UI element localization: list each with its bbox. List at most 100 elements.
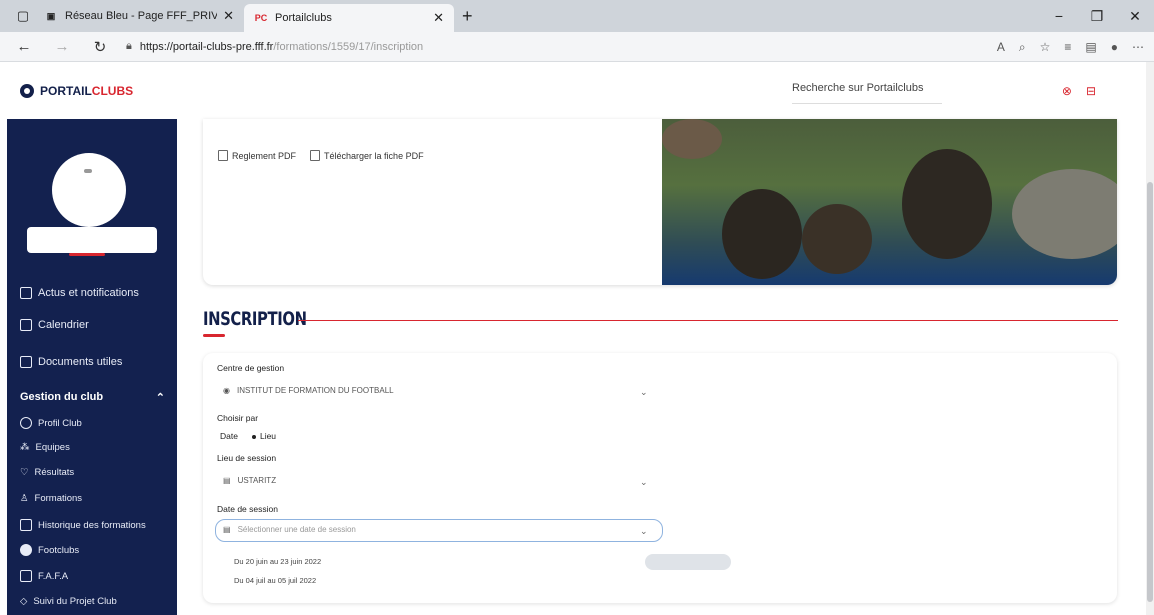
submit-button-disabled[interactable]	[645, 554, 731, 570]
formation-photo	[662, 119, 1117, 285]
close-tab-icon[interactable]: ✕	[433, 10, 444, 26]
url-field[interactable]: 🔒︎ https://portail-clubs-pre.fff.fr/form…	[126, 40, 423, 53]
url-host: https://portail-clubs-pre.fff.fr	[139, 40, 274, 53]
photo-person	[1012, 169, 1117, 259]
date-option[interactable]: Du 04 juil au 05 juil 2022	[234, 576, 316, 585]
page-scrollbar[interactable]	[1146, 62, 1154, 615]
pdf-icon	[218, 150, 228, 161]
window-controls: − ❐ ✕	[1040, 0, 1154, 32]
bell-icon	[20, 287, 32, 299]
sidebar-toggle-icon[interactable]: ▢	[12, 5, 34, 27]
more-icon[interactable]: ⋯	[1132, 40, 1144, 54]
favorite-icon[interactable]: ☆	[1040, 40, 1051, 54]
sidebar-item-label: Calendrier	[38, 319, 89, 331]
avatar-mark	[84, 169, 92, 173]
chevron-down-icon[interactable]: ⌄	[640, 387, 648, 398]
building-icon: ▤	[223, 476, 231, 485]
collections-icon[interactable]: ▤	[1085, 40, 1096, 54]
read-aloud-icon[interactable]: A	[997, 40, 1005, 54]
section-divider	[298, 320, 1118, 321]
document-icon	[20, 356, 32, 368]
radio-date[interactable]: Date	[220, 431, 238, 441]
avatar[interactable]	[52, 153, 126, 227]
sidebar: Actus et notifications Calendrier Docume…	[7, 119, 177, 615]
club-icon	[20, 417, 32, 429]
browser-tab-reseau-bleu[interactable]: ▣ Réseau Bleu - Page FFF_PRIVATE ✕	[34, 0, 244, 32]
sidebar-item-label: Profil Club	[38, 417, 82, 429]
close-window-icon[interactable]: ✕	[1116, 0, 1154, 32]
sidebar-item-documents[interactable]: Documents utiles	[20, 356, 122, 368]
close-tab-icon[interactable]: ✕	[223, 8, 234, 24]
scrollbar-thumb[interactable]	[1147, 182, 1153, 602]
grid-icon	[20, 570, 32, 582]
section-title: INSCRIPTION	[203, 308, 307, 330]
sidebar-section-title: Gestion du club	[20, 391, 104, 403]
radio-lieu[interactable]: Lieu	[251, 431, 277, 441]
url-path: /formations/1559/17/inscription	[273, 40, 424, 53]
header-icons: ⊗ ⊟	[1062, 84, 1096, 98]
choisir-label: Choisir par	[217, 413, 259, 423]
restore-icon[interactable]: ❐	[1078, 0, 1116, 32]
logo-mark-icon	[20, 84, 34, 98]
club-name-underline	[69, 253, 105, 256]
link-label: Télécharger la fiche PDF	[324, 150, 424, 161]
profile-icon[interactable]: ●	[1111, 40, 1118, 54]
sidebar-item-label: Suivi du Projet Club	[33, 596, 117, 607]
zoom-icon[interactable]: ⌕	[1019, 40, 1026, 55]
team-icon: ⁂	[20, 442, 30, 453]
sidebar-item-resultats[interactable]: ♡ Résultats	[20, 467, 74, 478]
date-label: Date de session	[217, 504, 278, 514]
calendar-icon	[20, 319, 32, 331]
app-header: PORTAIL CLUBS Recherche sur Portailclubs …	[0, 62, 1154, 119]
centre-select[interactable]: ◉ INSTITUT DE FORMATION DU FOOTBALL	[223, 386, 394, 395]
favorites-list-icon[interactable]: ≡	[1064, 40, 1071, 54]
sidebar-item-label: Documents utiles	[38, 356, 123, 368]
chevron-down-icon[interactable]: ⌄	[640, 526, 648, 537]
pdf-links: Reglement PDF Télécharger la fiche PDF	[218, 150, 424, 161]
radio-label: Lieu	[259, 431, 277, 441]
search-input[interactable]: Recherche sur Portailclubs	[792, 82, 942, 104]
lock-icon: 🔒︎	[126, 40, 132, 52]
back-icon[interactable]: ←	[10, 33, 38, 61]
portailclubs-logo[interactable]: PORTAIL CLUBS	[20, 84, 133, 98]
chevron-down-icon[interactable]: ⌄	[640, 477, 648, 488]
address-bar-icons: A ⌕ ☆ ≡ ▤ ● ⋯	[997, 32, 1144, 62]
sidebar-item-historique[interactable]: Historique des formations	[20, 519, 146, 531]
photo-hand	[662, 119, 722, 159]
logout-icon[interactable]: ⊟	[1086, 84, 1096, 98]
photo-person	[722, 189, 802, 279]
lieu-value: USTARITZ	[237, 476, 277, 485]
minimize-icon[interactable]: −	[1040, 0, 1078, 32]
date-option[interactable]: Du 20 juin au 23 juin 2022	[234, 557, 321, 566]
new-tab-button[interactable]: +	[462, 6, 473, 27]
address-bar: ← → ↻ 🔒︎ https://portail-clubs-pre.fff.f…	[0, 32, 1154, 62]
reglement-pdf-link[interactable]: Reglement PDF	[218, 150, 296, 161]
sidebar-item-label: Actus et notifications	[38, 287, 139, 299]
help-icon[interactable]: ⊗	[1062, 84, 1072, 98]
browser-tab-portailclubs[interactable]: PC Portailclubs ✕	[244, 4, 454, 32]
lieu-select[interactable]: ▤ USTARITZ	[223, 476, 276, 485]
date-select-content[interactable]: ▤ Sélectionner une date de session	[223, 525, 356, 534]
tab-favicon-icon: PC	[254, 13, 268, 23]
sidebar-item-calendrier[interactable]: Calendrier	[20, 319, 89, 331]
radio-selected-dot	[251, 435, 256, 439]
trophy-icon: ♡	[20, 467, 29, 478]
browser-tab-bar: ▢ ▣ Réseau Bleu - Page FFF_PRIVATE ✕ PC …	[0, 0, 1154, 32]
sidebar-item-formations[interactable]: ♙ Formations	[20, 493, 82, 504]
sidebar-item-footclubs[interactable]: Footclubs	[20, 544, 79, 556]
sidebar-item-label: Historique des formations	[38, 519, 146, 531]
telecharger-fiche-link[interactable]: Télécharger la fiche PDF	[310, 150, 424, 161]
ball-icon	[20, 544, 32, 556]
tab-favicon-icon: ▣	[46, 10, 56, 21]
sidebar-item-actus[interactable]: Actus et notifications	[20, 287, 139, 299]
sidebar-item-label: Formations	[34, 493, 83, 504]
sidebar-item-equipes[interactable]: ⁂ Equipes	[20, 442, 70, 453]
forward-icon[interactable]: →	[48, 33, 76, 61]
sidebar-item-fafa[interactable]: F.A.F.A	[20, 570, 68, 582]
target-icon: ◇	[20, 596, 28, 607]
sidebar-item-suivi-projet[interactable]: ◇ Suivi du Projet Club	[20, 596, 117, 607]
sidebar-section-gestion[interactable]: Gestion du club ⌃	[20, 391, 165, 404]
refresh-icon[interactable]: ↻	[86, 33, 114, 61]
choisir-radio-group: Date Lieu	[220, 431, 276, 441]
sidebar-item-profil-club[interactable]: Profil Club	[20, 417, 82, 429]
